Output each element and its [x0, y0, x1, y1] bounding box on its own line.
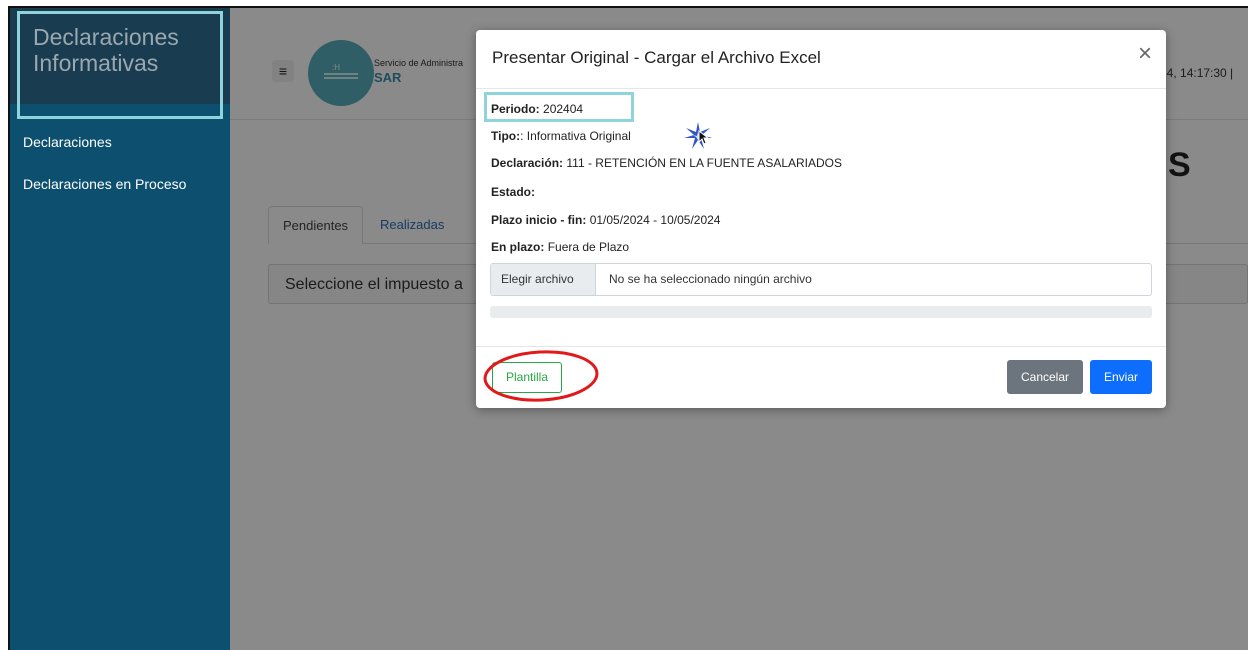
field-declaracion: Declaración: 111 - RETENCIÓN EN LA FUENT…: [491, 156, 842, 170]
file-status-text: No se ha seleccionado ningún archivo: [609, 272, 812, 286]
cancel-button[interactable]: Cancelar: [1007, 360, 1083, 394]
periodo-label: Periodo:: [491, 102, 540, 116]
modal-title: Presentar Original - Cargar el Archivo E…: [492, 48, 821, 67]
en-plazo-value: Fuera de Plazo: [547, 240, 630, 254]
close-icon[interactable]: ×: [1138, 42, 1152, 66]
field-estado: Estado:: [491, 185, 535, 199]
sidebar-item-declaraciones[interactable]: Declaraciones: [23, 134, 112, 150]
app-title: Declaraciones Informativas: [33, 24, 179, 76]
field-tipo: Tipo:: Informativa Original: [491, 129, 631, 143]
declaracion-value: 111 - RETENCIÓN EN LA FUENTE ASALARIADOS: [566, 156, 843, 170]
field-plazo: Plazo inicio - fin: 01/05/2024 - 10/05/2…: [491, 213, 720, 227]
plazo-label: Plazo inicio - fin:: [491, 213, 587, 227]
sidebar-item-declaraciones-en-proceso[interactable]: Declaraciones en Proceso: [23, 176, 186, 192]
en-plazo-label: En plazo:: [491, 240, 545, 254]
tipo-value: : Informativa Original: [520, 129, 631, 143]
send-button[interactable]: Enviar: [1090, 360, 1152, 394]
modal-header-divider: [476, 88, 1166, 89]
choose-file-button[interactable]: Elegir archivo: [491, 264, 596, 295]
periodo-value: 202404: [543, 102, 584, 116]
field-periodo: Periodo: 202404: [491, 102, 583, 116]
upload-modal: Presentar Original - Cargar el Archivo E…: [476, 30, 1166, 408]
field-en-plazo: En plazo: Fuera de Plazo: [491, 240, 629, 254]
sidebar: Declaraciones Informativas Declaraciones…: [10, 8, 230, 650]
annotation-ellipse: [483, 350, 599, 402]
declaracion-label: Declaración:: [491, 156, 564, 170]
tipo-label: Tipo:: [491, 129, 521, 143]
cursor-click-burst-icon: [684, 122, 712, 149]
plazo-value: 01/05/2024 - 10/05/2024: [589, 213, 721, 227]
estado-label: Estado:: [491, 185, 536, 199]
file-input[interactable]: Elegir archivo No se ha seleccionado nin…: [490, 263, 1152, 296]
upload-progress-bar: [490, 306, 1152, 318]
